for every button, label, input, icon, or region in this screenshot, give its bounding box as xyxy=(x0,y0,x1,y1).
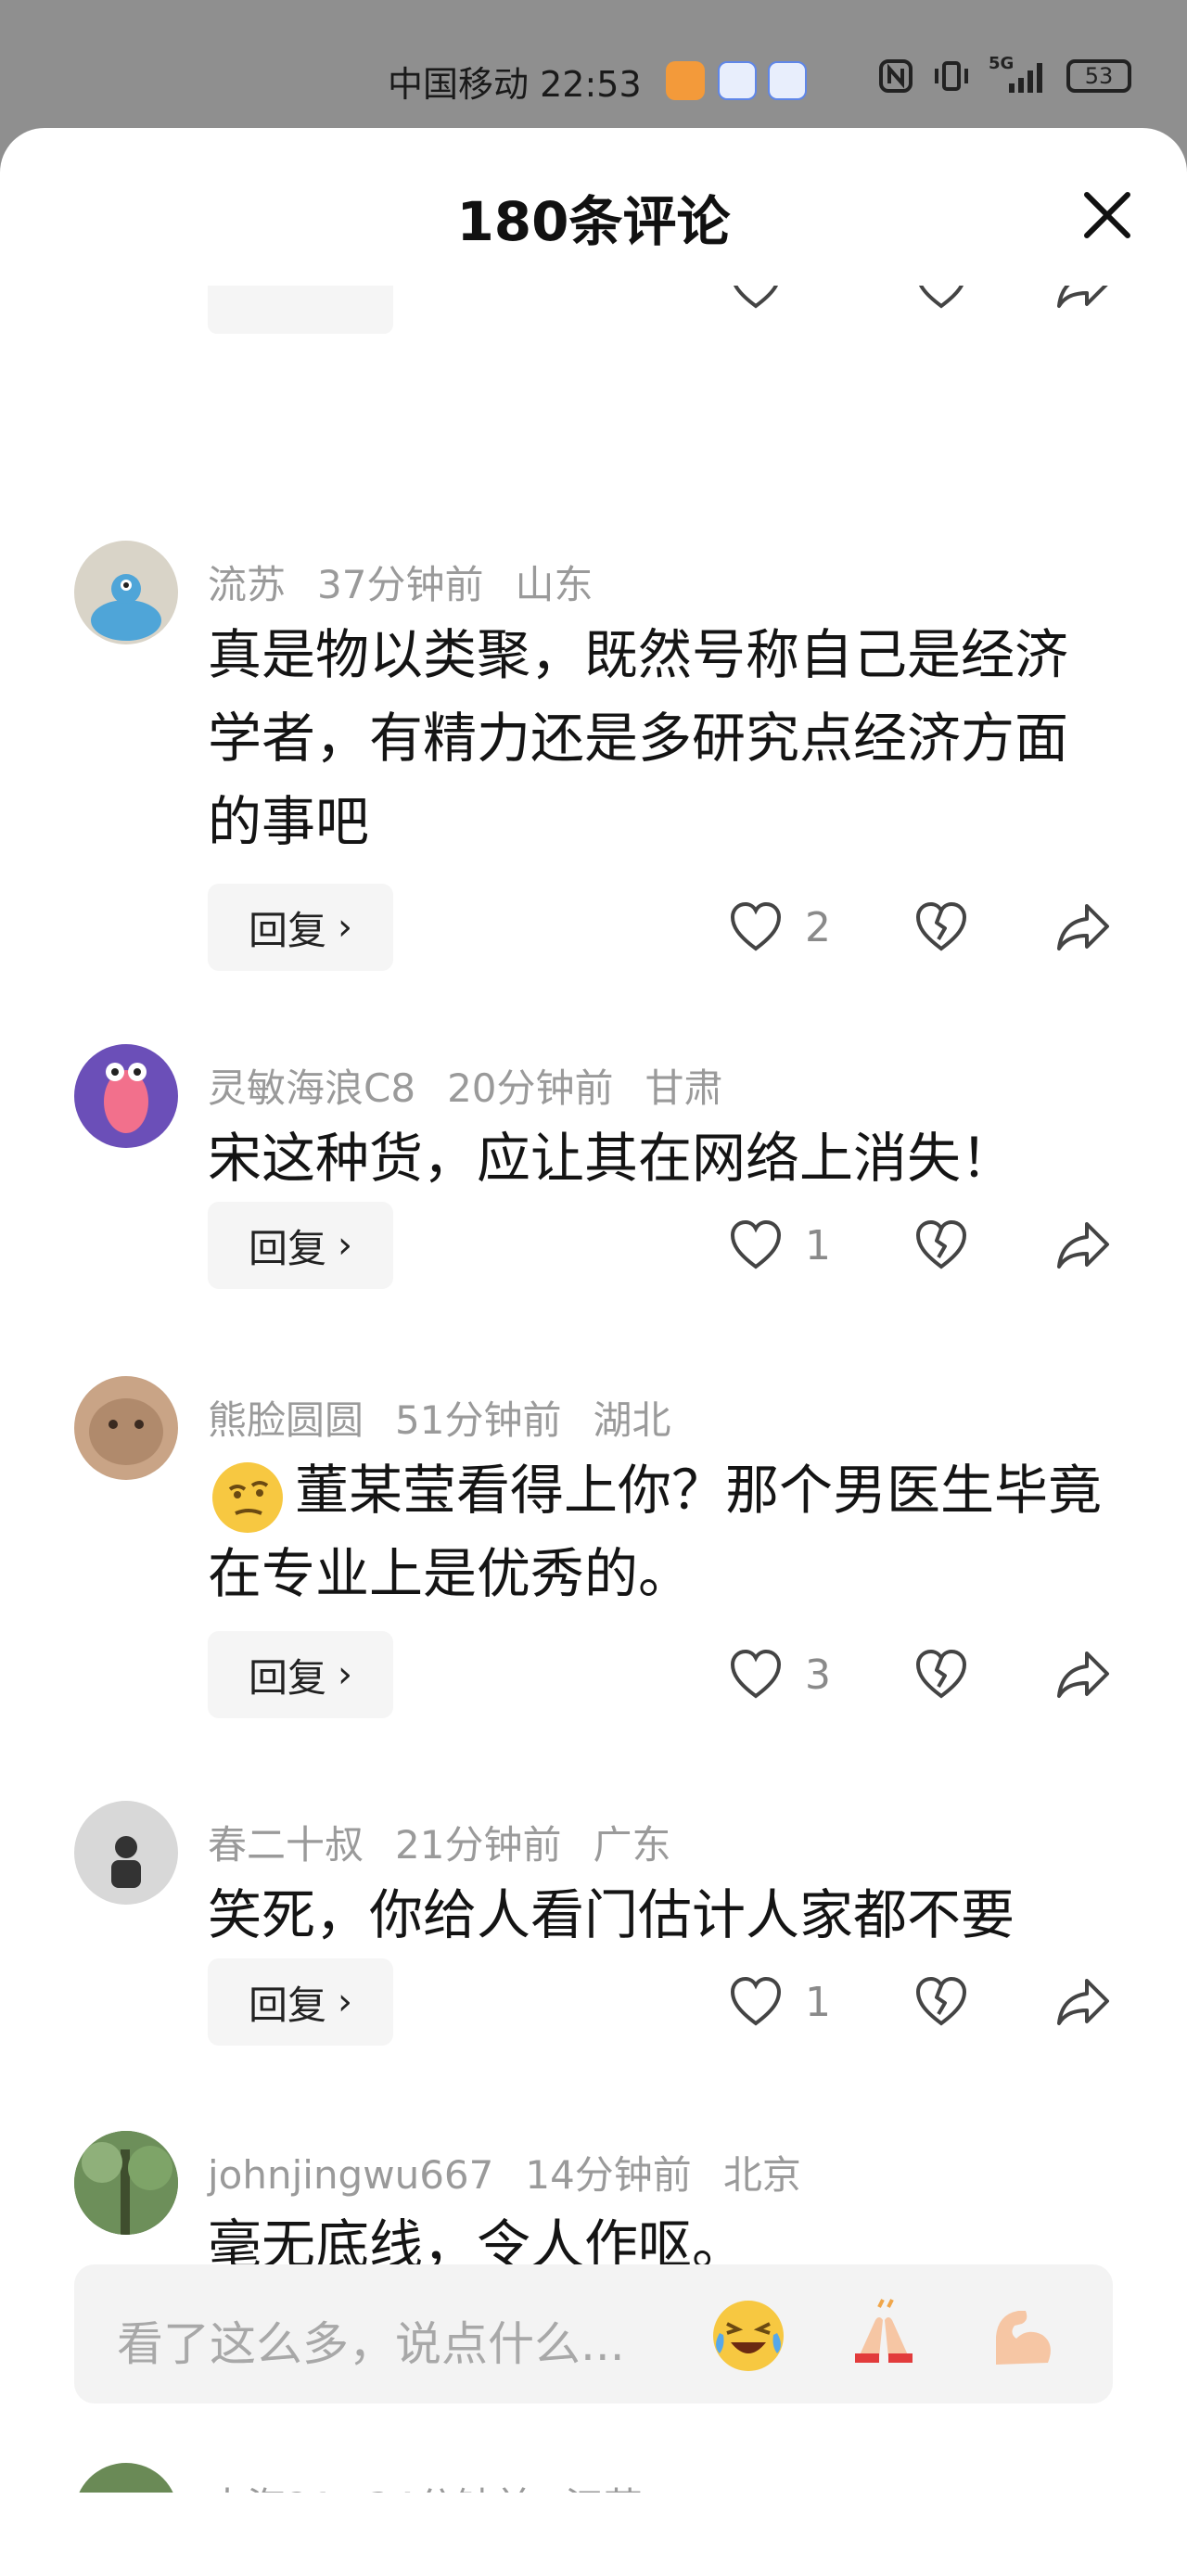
avatar[interactable] xyxy=(74,1044,178,1148)
status-carrier-time: 中国移动 22:53 xyxy=(388,56,642,107)
comments-sheet: 180条评论 流苏 37分钟前 山东 真是物以类聚，既然号称自己是经济学者，有精… xyxy=(0,128,1187,2576)
like-count: 1 xyxy=(805,1222,831,1269)
reply-button[interactable]: 回复 › xyxy=(208,884,393,971)
sheet-title: 180条评论 xyxy=(456,190,731,253)
avatar[interactable] xyxy=(74,1801,178,1905)
comment-text: 真是物以类聚，既然号称自己是经济学者，有精力还是多研究点经济方面的事吧 xyxy=(208,623,1069,853)
chevron-right-icon: › xyxy=(338,1224,352,1267)
broken-heart-icon[interactable] xyxy=(914,900,968,954)
thinking-emoji-icon xyxy=(212,1462,283,1533)
comment-time: 51分钟前 xyxy=(395,1397,562,1443)
comment-list[interactable]: 流苏 37分钟前 山东 真是物以类聚，既然号称自己是经济学者，有精力还是多研究点经济… xyxy=(0,286,1187,2493)
battery-indicator: 53 xyxy=(1066,59,1131,93)
chevron-right-icon: › xyxy=(338,1653,352,1696)
comment-actions: 回复 › 2 xyxy=(0,884,1187,973)
comment-time: 14分钟前 xyxy=(525,2152,692,2198)
comment-time: 37分钟前 xyxy=(317,562,484,607)
app-notification-icon xyxy=(718,61,757,100)
username[interactable]: 大海21 xyxy=(208,2484,335,2493)
reply-button[interactable]: 回复 › xyxy=(208,1631,393,1718)
username[interactable]: 春二十叔 xyxy=(208,1822,364,1868)
comment-location: 甘肃 xyxy=(645,1065,723,1111)
comment-actions: 回复 › 3 xyxy=(0,1631,1187,1720)
clapping-emoji-icon[interactable] xyxy=(842,2292,925,2376)
heart-icon[interactable] xyxy=(729,1648,783,1702)
username[interactable]: johnjingwu667 xyxy=(208,2152,493,2198)
comment-time: 21分钟前 xyxy=(395,1822,562,1868)
partial-comment-actions xyxy=(0,286,1187,388)
comment-time: 20分钟前 xyxy=(447,1065,614,1111)
heart-icon[interactable] xyxy=(729,1218,783,1272)
comment-actions: 回复 › 1 xyxy=(0,1958,1187,2047)
comment-location: 广东 xyxy=(593,1822,671,1868)
app-notification-icon xyxy=(768,61,807,100)
comment-location: 山东 xyxy=(515,562,594,607)
comment-text: 宋这种货，应让其在网络上消失！ xyxy=(208,1127,1015,1190)
share-icon[interactable] xyxy=(1055,286,1111,312)
broken-heart-icon[interactable] xyxy=(914,286,968,312)
comment-input[interactable]: 看了这么多，说点什么... xyxy=(74,2264,1113,2404)
vibrate-icon xyxy=(935,61,968,91)
share-icon[interactable] xyxy=(1055,900,1111,954)
comment-meta: 熊脸圆圆 51分钟前 湖北 xyxy=(208,1389,702,1446)
comment-meta: 春二十叔 21分钟前 广东 xyxy=(208,1814,702,1870)
heart-icon[interactable] xyxy=(729,900,783,954)
comment-meta: 流苏 37分钟前 山东 xyxy=(208,554,624,610)
comment-text: 笑死，你给人看门估计人家都不要 xyxy=(208,1883,1015,1946)
like-count: 3 xyxy=(805,1651,831,1699)
reply-button-partial[interactable] xyxy=(208,286,393,334)
share-icon[interactable] xyxy=(1055,1218,1111,1272)
comment-input-placeholder[interactable]: 看了这么多，说点什么... xyxy=(117,2307,625,2374)
app-notification-icon xyxy=(666,61,705,100)
username[interactable]: 灵敏海浪C8 xyxy=(208,1065,415,1111)
status-bar: 中国移动 22:53 5G 53 xyxy=(0,0,1187,130)
comment-location: 湖北 xyxy=(593,1397,671,1443)
heart-icon[interactable] xyxy=(729,1975,783,2029)
comment-time: 34分钟前 xyxy=(366,2484,532,2493)
laughing-emoji-icon[interactable] xyxy=(707,2292,790,2376)
like-count: 2 xyxy=(805,904,831,951)
comment-text: 董某莹看得上你？那个男医生毕竟在专业上是优秀的。 xyxy=(208,1448,1117,1615)
broken-heart-icon[interactable] xyxy=(914,1218,968,1272)
reply-button[interactable]: 回复 › xyxy=(208,1202,393,1289)
avatar[interactable] xyxy=(74,2131,178,2235)
comment-actions: 回复 › 1 xyxy=(0,1202,1187,1291)
broken-heart-icon[interactable] xyxy=(914,1648,968,1702)
username[interactable]: 流苏 xyxy=(208,562,286,607)
reply-label: 回复 xyxy=(248,1225,326,1271)
reply-label: 回复 xyxy=(248,1982,326,2028)
carrier-name: 中国移动 xyxy=(388,64,530,105)
comment-location: 江苏 xyxy=(565,2484,643,2493)
comment-meta: 大海21 34分钟前 江苏 xyxy=(208,2476,674,2493)
avatar[interactable] xyxy=(74,541,178,644)
close-icon[interactable] xyxy=(1074,182,1141,249)
nfc-icon xyxy=(879,59,913,93)
flexed-biceps-emoji-icon[interactable] xyxy=(981,2292,1065,2376)
comment-text-body: 董某莹看得上你？那个男医生毕竟在专业上是优秀的。 xyxy=(208,1459,1103,1605)
username[interactable]: 熊脸圆圆 xyxy=(208,1397,364,1443)
avatar[interactable] xyxy=(74,1376,178,1480)
heart-icon[interactable] xyxy=(729,286,783,312)
share-icon[interactable] xyxy=(1055,1648,1111,1702)
signal-icon: 5G xyxy=(989,54,1050,95)
comment-location: 北京 xyxy=(722,2152,801,2198)
like-count: 1 xyxy=(805,1979,831,2026)
reply-label: 回复 xyxy=(248,907,326,953)
chevron-right-icon: › xyxy=(338,1981,352,2023)
avatar[interactable] xyxy=(74,2463,178,2493)
reply-label: 回复 xyxy=(248,1654,326,1701)
clock: 22:53 xyxy=(540,64,642,105)
comment-meta: johnjingwu667 14分钟前 北京 xyxy=(208,2144,833,2200)
chevron-right-icon: › xyxy=(338,906,352,949)
broken-heart-icon[interactable] xyxy=(914,1975,968,2029)
reply-button[interactable]: 回复 › xyxy=(208,1958,393,2046)
share-icon[interactable] xyxy=(1055,1975,1111,2029)
comment-meta: 灵敏海浪C8 20分钟前 甘肃 xyxy=(208,1057,755,1114)
system-icons: 5G 53 xyxy=(877,54,1131,95)
